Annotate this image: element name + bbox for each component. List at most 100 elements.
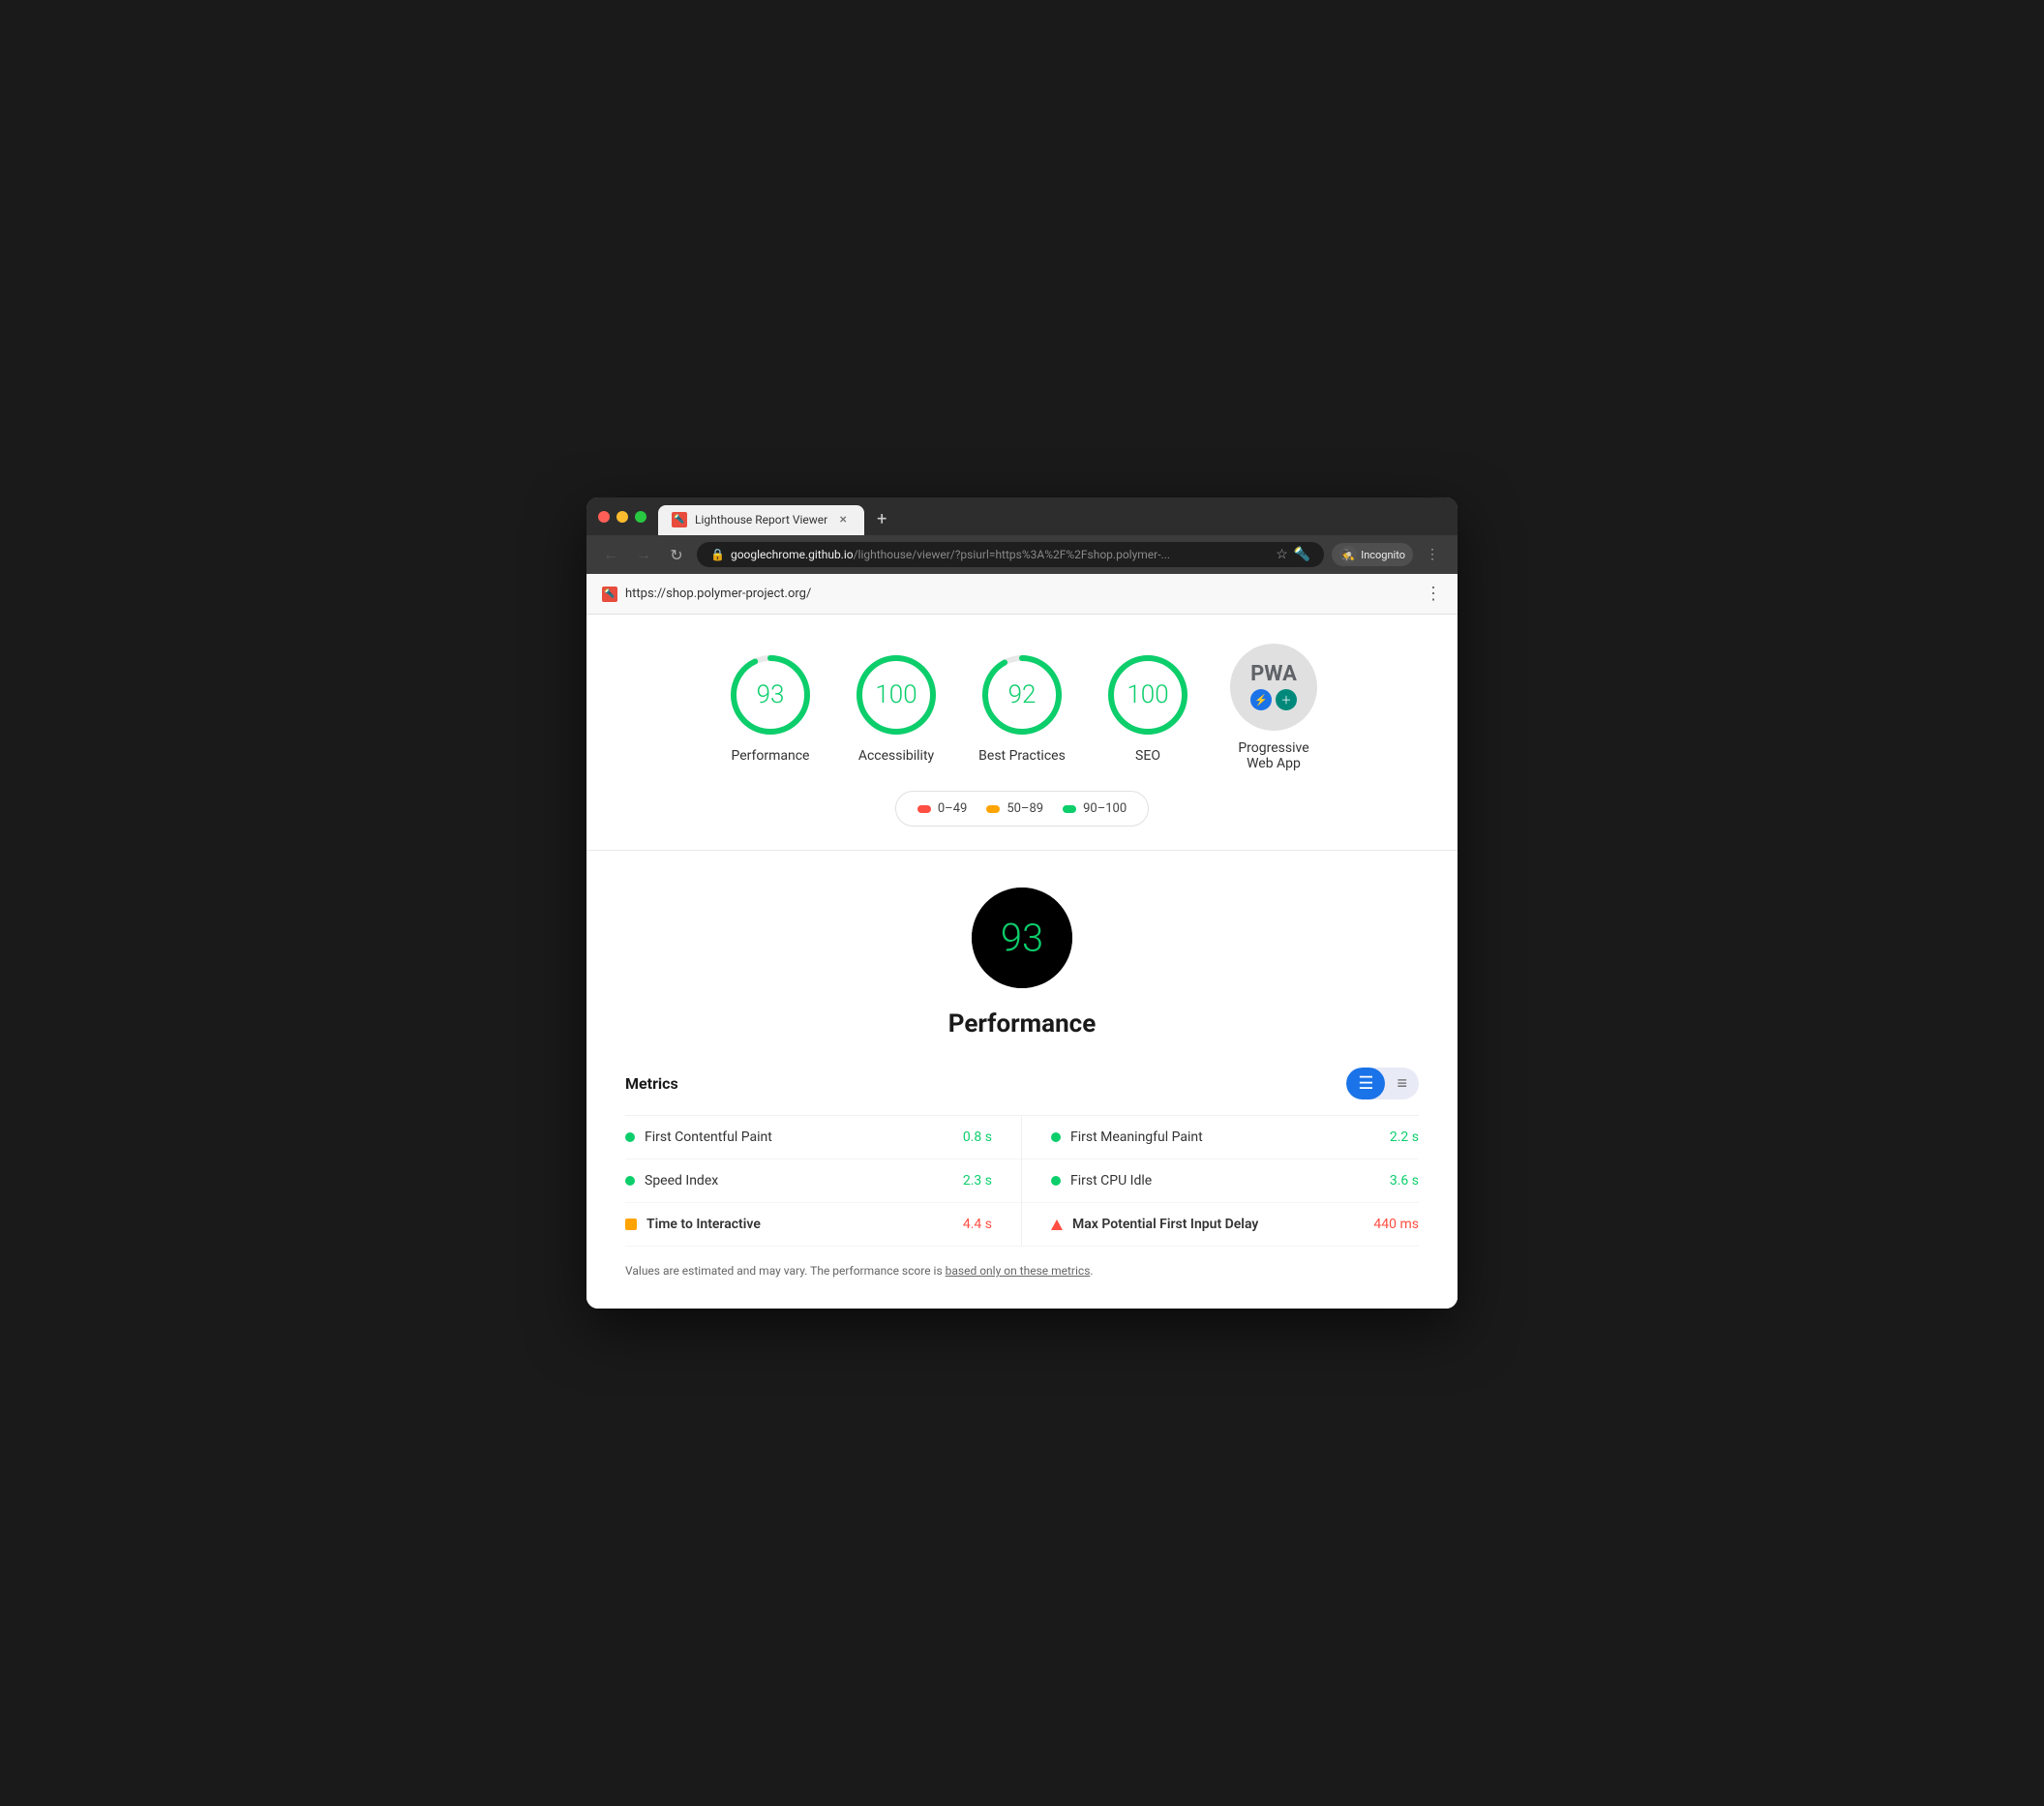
more-options-button[interactable]: ⋮ (1419, 541, 1446, 568)
legend-average-range: 50–89 (1007, 801, 1043, 816)
metrics-footnote: Values are estimated and may vary. The p… (625, 1262, 1419, 1279)
accessibility-score: 100 (875, 680, 917, 709)
metrics-list-view-button[interactable]: ☰ (1346, 1068, 1385, 1099)
metric-dot-tti (625, 1219, 637, 1230)
address-bar[interactable]: 🔒 googlechrome.github.io/lighthouse/view… (697, 542, 1324, 567)
tab-title: Lighthouse Report Viewer (695, 513, 827, 527)
best-practices-circle: 92 (978, 651, 1066, 738)
perf-score-center: 93 Performance (625, 880, 1419, 1038)
seo-label: SEO (1135, 748, 1160, 764)
metric-name-fci: First CPU Idle (1070, 1173, 1351, 1189)
score-accessibility[interactable]: 100 Accessibility (853, 651, 940, 764)
performance-section: 93 Performance Metrics ☰ ≡ F (586, 851, 1458, 1309)
incognito-label: Incognito (1361, 549, 1405, 561)
legend-pass-range: 90–100 (1083, 801, 1127, 816)
perf-detail-title: Performance (948, 1009, 1097, 1038)
metrics-section: Metrics ☰ ≡ First Contentful Paint 0.8 s (625, 1068, 1419, 1279)
metric-dot-fid (1051, 1219, 1063, 1230)
metric-value-fid: 440 ms (1361, 1217, 1419, 1232)
score-pwa[interactable]: PWA ⚡ ＋ ProgressiveWeb App (1230, 644, 1317, 771)
forward-button[interactable]: → (631, 542, 656, 567)
metric-value-si: 2.3 s (934, 1173, 992, 1189)
close-dot[interactable] (598, 511, 610, 523)
performance-score: 93 (757, 680, 785, 709)
metric-time-to-interactive[interactable]: Time to Interactive 4.4 s (625, 1203, 1022, 1247)
metric-max-fid[interactable]: Max Potential First Input Delay 440 ms (1022, 1203, 1419, 1247)
url-banner-favicon-icon: 🔦 (602, 587, 617, 602)
pwa-icons-row: ⚡ ＋ (1250, 689, 1297, 710)
scores-section: 93 Performance 100 Accessibility (586, 615, 1458, 851)
tab-close-button[interactable]: × (835, 512, 851, 527)
metric-value-fci: 3.6 s (1361, 1173, 1419, 1189)
new-tab-button[interactable]: + (868, 506, 895, 533)
legend-average-dot (986, 805, 1000, 813)
legend-pass-dot (1063, 805, 1076, 813)
url-banner: 🔦 https://shop.polymer-project.org/ ⋮ (586, 574, 1458, 615)
pwa-text: PWA (1250, 664, 1297, 685)
scores-row: 93 Performance 100 Accessibility (727, 644, 1317, 771)
metrics-footnote-link[interactable]: based only on these metrics (946, 1264, 1091, 1278)
pwa-add-icon: ＋ (1276, 689, 1297, 710)
metric-first-contentful-paint[interactable]: First Contentful Paint 0.8 s (625, 1116, 1022, 1159)
seo-score: 100 (1127, 680, 1168, 709)
pwa-badge: PWA ⚡ ＋ (1230, 644, 1317, 731)
browser-window: 🔦 Lighthouse Report Viewer × + ← → ↻ 🔒 g… (586, 497, 1458, 1309)
browser-actions: 🕵 Incognito ⋮ (1332, 541, 1446, 568)
performance-circle: 93 (727, 651, 814, 738)
pwa-label: ProgressiveWeb App (1238, 740, 1308, 771)
metric-dot-fmp (1051, 1132, 1061, 1142)
metric-first-cpu-idle[interactable]: First CPU Idle 3.6 s (1022, 1159, 1419, 1203)
metric-name-tti: Time to Interactive (646, 1217, 924, 1232)
score-performance[interactable]: 93 Performance (727, 651, 814, 764)
score-seo[interactable]: 100 SEO (1104, 651, 1191, 764)
legend-fail: 0–49 (917, 801, 967, 816)
back-button[interactable]: ← (598, 542, 623, 567)
pwa-fast-icon: ⚡ (1250, 689, 1272, 710)
metric-speed-index[interactable]: Speed Index 2.3 s (625, 1159, 1022, 1203)
browser-chrome: 🔦 Lighthouse Report Viewer × + ← → ↻ 🔒 g… (586, 497, 1458, 574)
page-content: 🔦 https://shop.polymer-project.org/ ⋮ 93… (586, 574, 1458, 1309)
legend-fail-dot (917, 805, 931, 813)
metrics-title: Metrics (625, 1074, 678, 1093)
metric-name-fmp: First Meaningful Paint (1070, 1129, 1351, 1145)
legend-average: 50–89 (986, 801, 1043, 816)
accessibility-circle: 100 (853, 651, 940, 738)
metric-value-tti: 4.4 s (934, 1217, 992, 1232)
metric-name-si: Speed Index (645, 1173, 924, 1189)
score-best-practices[interactable]: 92 Best Practices (978, 651, 1066, 764)
incognito-button[interactable]: 🕵 Incognito (1332, 543, 1413, 566)
legend-pass: 90–100 (1063, 801, 1127, 816)
metric-first-meaningful-paint[interactable]: First Meaningful Paint 2.2 s (1022, 1116, 1419, 1159)
best-practices-label: Best Practices (978, 748, 1066, 764)
active-tab[interactable]: 🔦 Lighthouse Report Viewer × (658, 505, 864, 535)
metrics-detail-view-button[interactable]: ≡ (1385, 1068, 1419, 1099)
metrics-grid: First Contentful Paint 0.8 s First Meani… (625, 1115, 1419, 1247)
pwa-inner: PWA ⚡ ＋ (1250, 664, 1297, 710)
metric-value-fmp: 2.2 s (1361, 1129, 1419, 1145)
tab-favicon-icon: 🔦 (672, 512, 687, 527)
fullscreen-dot[interactable] (635, 511, 646, 523)
seo-circle: 100 (1104, 651, 1191, 738)
legend: 0–49 50–89 90–100 (895, 791, 1149, 827)
address-text: googlechrome.github.io/lighthouse/viewer… (731, 548, 1270, 561)
minimize-dot[interactable] (616, 511, 628, 523)
performance-label: Performance (732, 748, 810, 764)
url-banner-menu-button[interactable]: ⋮ (1425, 584, 1442, 604)
address-bar-row: ← → ↻ 🔒 googlechrome.github.io/lighthous… (586, 535, 1458, 574)
best-practices-score: 92 (1008, 680, 1037, 709)
url-banner-text: https://shop.polymer-project.org/ (625, 587, 1417, 601)
lock-icon: 🔒 (710, 548, 725, 561)
metrics-header: Metrics ☰ ≡ (625, 1068, 1419, 1099)
footnote-text: Values are estimated and may vary. The p… (625, 1264, 943, 1278)
reload-button[interactable]: ↻ (664, 542, 689, 567)
metric-dot-fcp (625, 1132, 635, 1142)
accessibility-label: Accessibility (858, 748, 934, 764)
extension-icon[interactable]: 🔦 (1294, 547, 1310, 562)
metric-dot-fci (1051, 1176, 1061, 1186)
metrics-toggle[interactable]: ☰ ≡ (1346, 1068, 1419, 1099)
perf-detail-score: 93 (1001, 916, 1043, 961)
bookmark-icon[interactable]: ☆ (1276, 547, 1288, 562)
incognito-icon: 🕵 (1339, 546, 1357, 563)
metric-value-fcp: 0.8 s (934, 1129, 992, 1145)
metric-name-fcp: First Contentful Paint (645, 1129, 924, 1145)
